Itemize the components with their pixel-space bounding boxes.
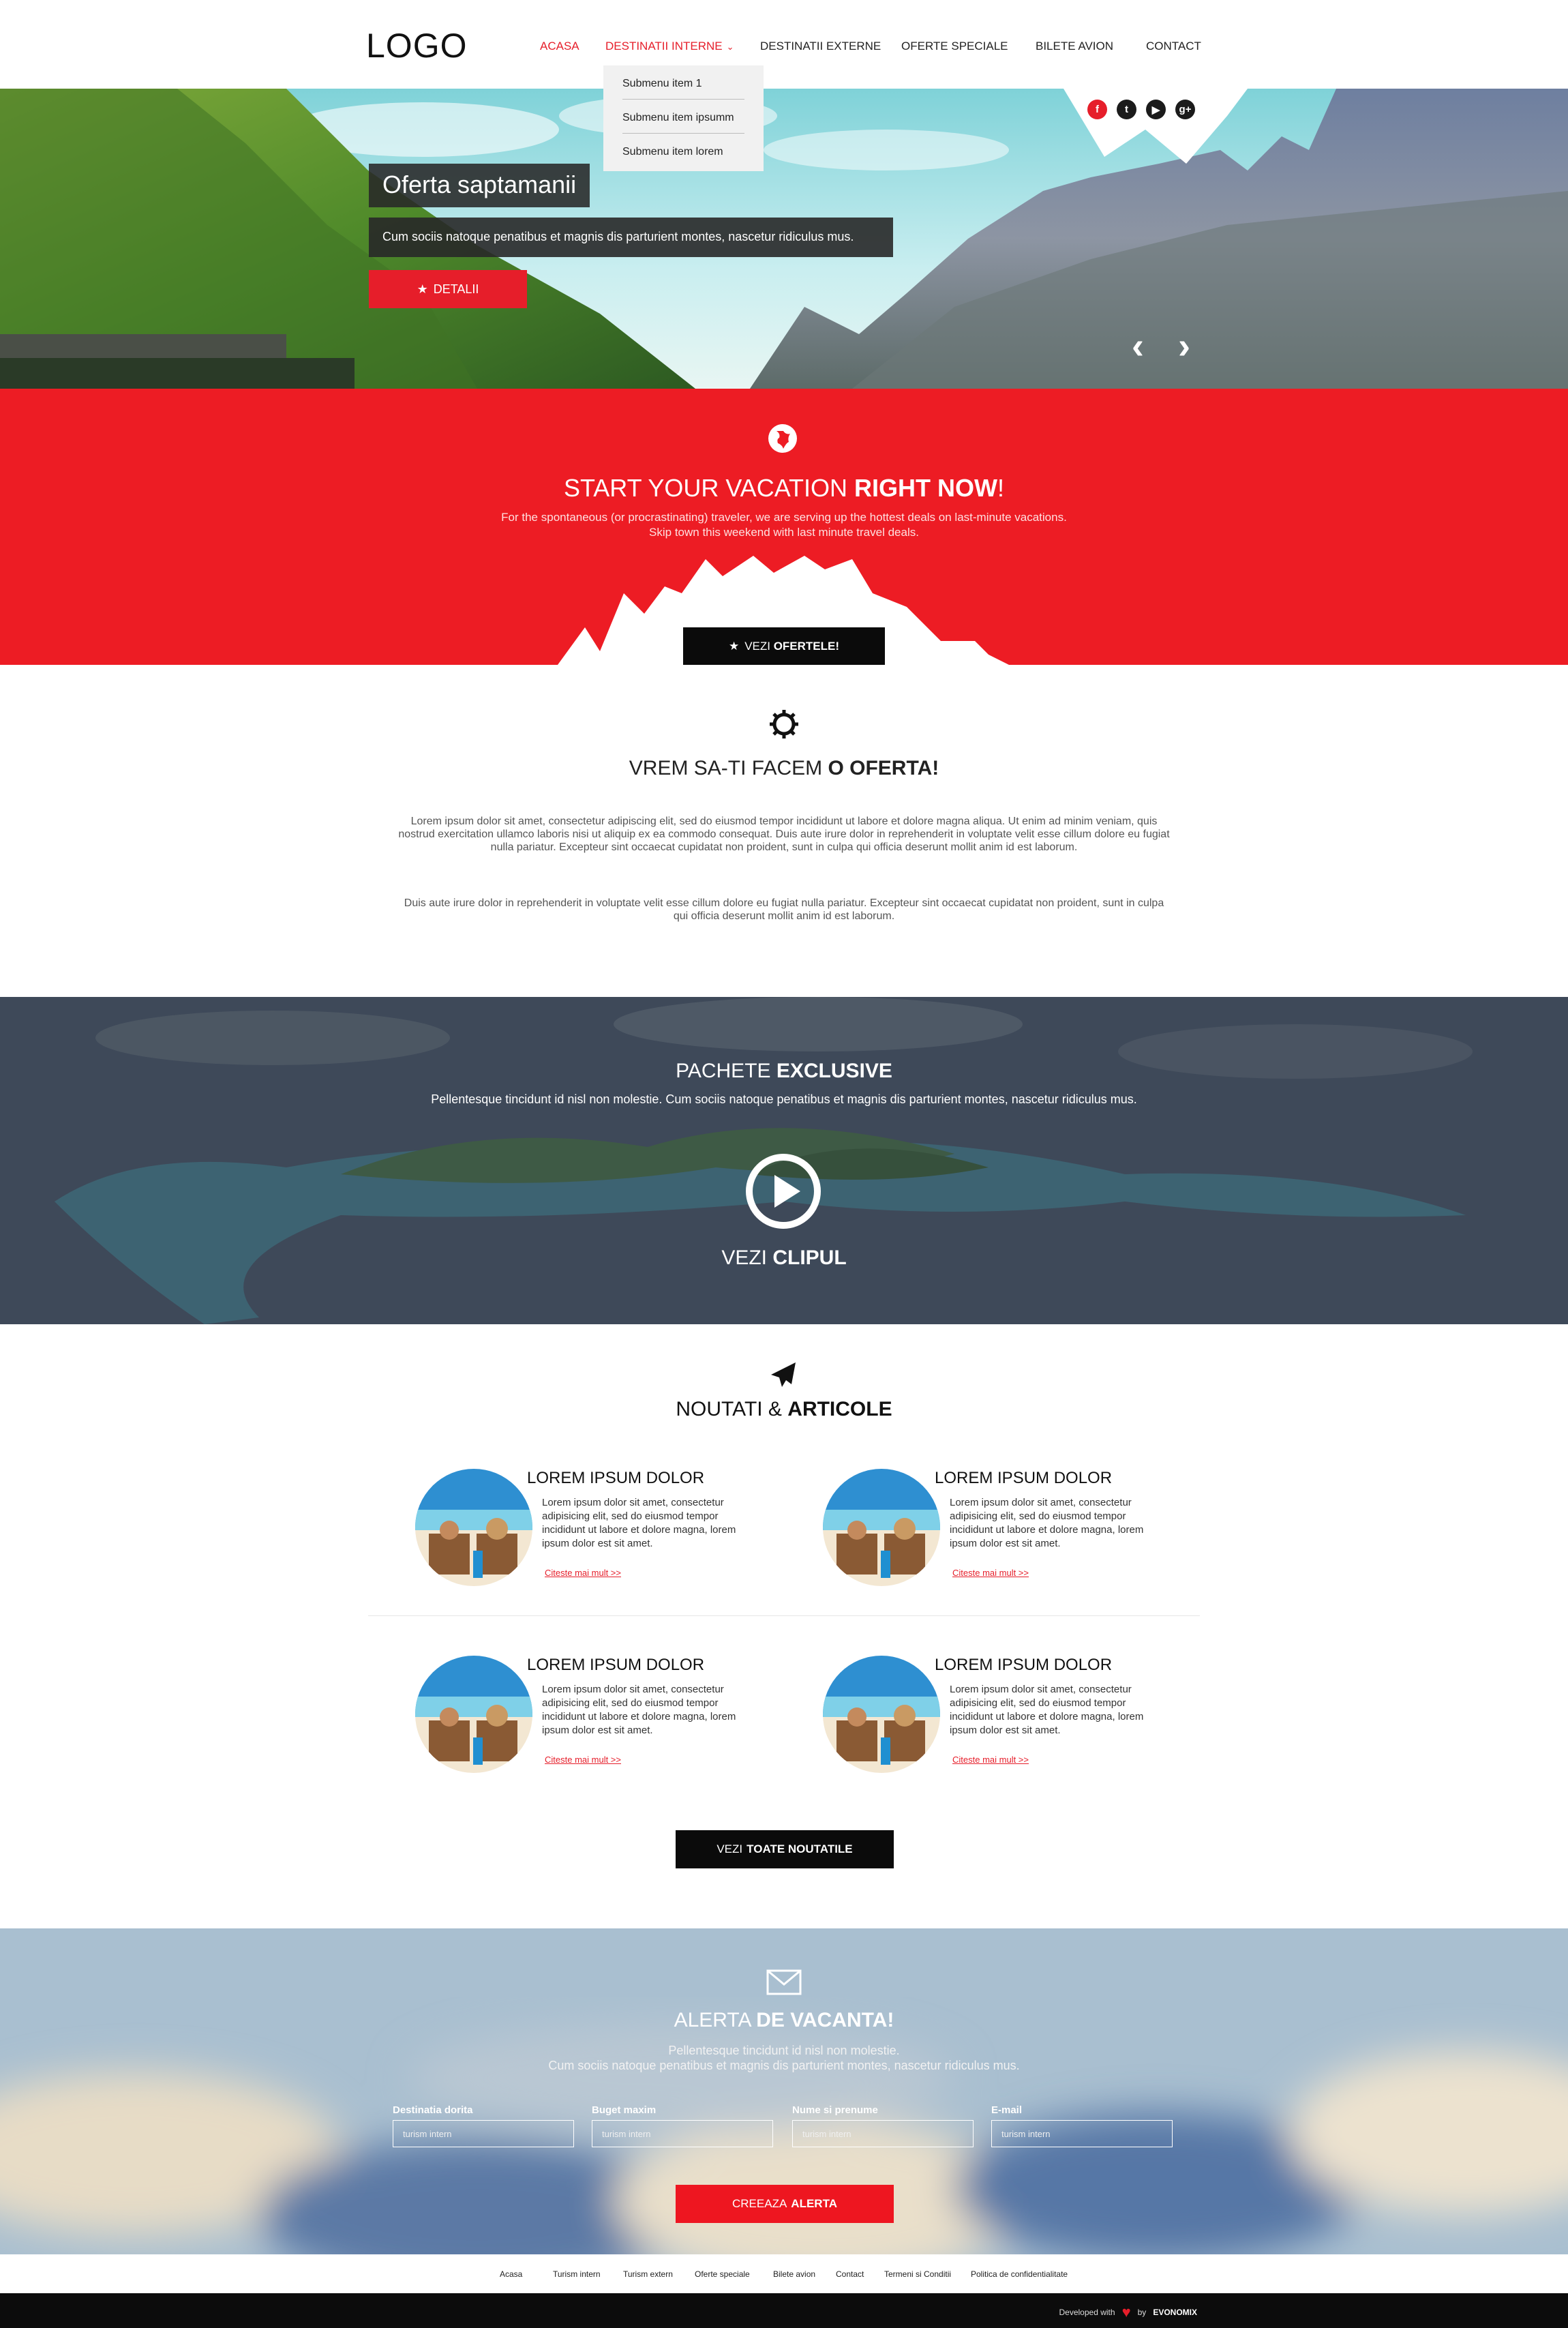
footer-link-terms[interactable]: Termeni si Conditii: [884, 2269, 951, 2279]
twitter-icon[interactable]: t: [1117, 100, 1136, 119]
footer-link-turism-intern[interactable]: Turism intern: [553, 2269, 601, 2279]
view-offers-button[interactable]: ★ VEZI OFERTELE!: [683, 627, 885, 665]
gear-icon: [770, 710, 798, 738]
nav-destinatii-externe[interactable]: DESTINATII EXTERNE: [760, 40, 881, 53]
details-button[interactable]: ★ DETALII: [369, 270, 527, 308]
article-title: LOREM IPSUM DOLOR: [527, 1656, 705, 1674]
read-more-link[interactable]: Citeste mai mult >>: [545, 1568, 621, 1578]
alert-section: ALERTA DE VACANTA! Pellentesque tincidun…: [0, 1928, 1568, 2254]
news-title: NOUTATI & ARTICOLE: [676, 1398, 892, 1420]
youtube-icon[interactable]: ▶: [1146, 100, 1166, 119]
packages-section: PACHETE EXCLUSIVE Pellentesque tincidunt…: [0, 997, 1568, 1324]
offer-title: VREM SA-TI FACEM O OFERTA!: [629, 757, 939, 779]
article-excerpt: Lorem ipsum dolor sit amet, consectetur …: [950, 1497, 1144, 1549]
developer-credit: Developed with ♥ by EVONOMIX: [1059, 2305, 1198, 2320]
nav-acasa[interactable]: ACASA: [540, 40, 579, 53]
article-thumbnail[interactable]: [415, 1469, 532, 1586]
read-more-link[interactable]: Citeste mai mult >>: [952, 1755, 1029, 1765]
hero-title: Oferta saptamanii: [369, 164, 590, 207]
paper-plane-icon: [771, 1362, 796, 1387]
developer-brand-link[interactable]: EVONOMIX: [1153, 2308, 1197, 2317]
packages-title: PACHETE EXCLUSIVE: [676, 1060, 892, 1082]
article-excerpt: Lorem ipsum dolor sit amet, consectetur …: [542, 1684, 736, 1736]
footer-nav: Acasa Turism intern Turism extern Oferte…: [0, 2254, 1568, 2293]
mountain-silhouette: [558, 556, 1009, 665]
view-offers-label: VEZI OFERTELE!: [744, 639, 840, 653]
heart-icon: ♥: [1121, 2303, 1131, 2320]
name-field: Nume si prenume: [792, 2104, 975, 2147]
details-button-label: DETALII: [433, 282, 479, 296]
star-icon: ★: [417, 282, 428, 296]
name-input[interactable]: [792, 2120, 974, 2147]
nav-bilete-avion[interactable]: BILETE AVION: [1036, 40, 1113, 53]
dropdown-item-2[interactable]: Submenu item ipsumm: [622, 100, 744, 134]
nav-contact[interactable]: CONTACT: [1146, 40, 1201, 53]
destination-label: Destinatia dorita: [393, 2104, 473, 2116]
nav-destinatii-interne-label: DESTINATII INTERNE: [605, 40, 723, 53]
article-thumbnail[interactable]: [823, 1656, 940, 1773]
nav-dropdown-menu: Submenu item 1 Submenu item ipsumm Subme…: [603, 65, 764, 171]
main-nav: ACASA DESTINATII INTERNE ⌄ DESTINATII EXT…: [0, 40, 1568, 60]
offer-section: VREM SA-TI FACEM O OFERTA! Lorem ipsum d…: [0, 665, 1568, 997]
article-thumbnail[interactable]: [823, 1469, 940, 1586]
create-alert-button[interactable]: CREEAZA ALERTA: [676, 2185, 894, 2223]
budget-field: Buget maxim: [592, 2104, 774, 2147]
all-news-button[interactable]: VEZI TOATE NOUTATILE: [676, 1830, 894, 1868]
article-excerpt: Lorem ipsum dolor sit amet, consectetur …: [542, 1497, 736, 1549]
footer-link-contact[interactable]: Contact: [836, 2269, 864, 2279]
read-more-link[interactable]: Citeste mai mult >>: [545, 1755, 621, 1765]
facebook-icon[interactable]: f: [1087, 100, 1107, 119]
destination-field: Destinatia dorita: [393, 2104, 575, 2147]
footer-link-bilete-avion[interactable]: Bilete avion: [773, 2269, 815, 2279]
alert-text: Pellentesque tincidunt id nisl non moles…: [548, 2044, 1020, 2072]
google-plus-icon[interactable]: g+: [1175, 100, 1195, 119]
offer-paragraph-2: Duis aute irure dolor in reprehenderit i…: [404, 897, 1164, 922]
footer-link-privacy[interactable]: Politica de confidentialitate: [971, 2269, 1068, 2279]
developed-with-text: Developed with: [1059, 2308, 1115, 2317]
chevron-down-icon: ⌄: [726, 42, 734, 52]
name-label: Nume si prenume: [792, 2104, 878, 2116]
article-thumbnail[interactable]: [415, 1656, 532, 1773]
article-excerpt: Lorem ipsum dolor sit amet, consectetur …: [950, 1684, 1144, 1736]
hero-text: Cum sociis natoque penatibus et magnis d…: [369, 218, 893, 257]
read-more-link[interactable]: Citeste mai mult >>: [952, 1568, 1029, 1578]
star-icon: ★: [728, 639, 740, 653]
article-card: LOREM IPSUM DOLOR Lorem ipsum dolor sit …: [415, 1656, 770, 1782]
offer-paragraph-1: Lorem ipsum dolor sit amet, consectetur …: [398, 816, 1170, 853]
budget-label: Buget maxim: [592, 2104, 657, 2116]
packages-text: Pellentesque tincidunt id nisl non moles…: [431, 1092, 1137, 1106]
nav-destinatii-interne[interactable]: DESTINATII INTERNE ⌄: [605, 40, 734, 53]
nav-oferte-speciale[interactable]: OFERTE SPECIALE: [901, 40, 1008, 53]
slider-next-icon[interactable]: ›: [1178, 327, 1190, 364]
play-icon[interactable]: [744, 1152, 822, 1230]
news-section: NOUTATI & ARTICOLE LOREM IPSUM DOLOR Lor…: [0, 1324, 1568, 1928]
footer-link-oferte-speciale[interactable]: Oferte speciale: [695, 2269, 750, 2279]
footer-link-acasa[interactable]: Acasa: [500, 2269, 522, 2279]
site-header: LOGO ACASA DESTINATII INTERNE ⌄ DESTINATI…: [0, 0, 1568, 89]
footer-link-turism-extern[interactable]: Turism extern: [623, 2269, 673, 2279]
article-card: LOREM IPSUM DOLOR Lorem ipsum dolor sit …: [415, 1469, 770, 1595]
article-title: LOREM IPSUM DOLOR: [527, 1469, 705, 1487]
social-links: f t ▶ g+: [1087, 100, 1195, 119]
email-label: E-mail: [991, 2104, 1023, 2116]
slider-prev-icon[interactable]: ‹: [1132, 327, 1144, 364]
dropdown-item-3[interactable]: Submenu item lorem: [622, 134, 744, 168]
by-text: by: [1137, 2308, 1147, 2317]
email-input[interactable]: [991, 2120, 1173, 2147]
email-field: E-mail: [991, 2104, 1174, 2147]
watch-video-label[interactable]: VEZI CLIPUL: [0, 1247, 1568, 1270]
copyright-bar: Developed with ♥ by EVONOMIX: [0, 2293, 1568, 2328]
article-card: LOREM IPSUM DOLOR Lorem ipsum dolor sit …: [823, 1469, 1177, 1595]
alert-title: ALERTA DE VACANTA!: [674, 2009, 894, 2031]
article-title: LOREM IPSUM DOLOR: [935, 1656, 1113, 1674]
dropdown-item-1[interactable]: Submenu item 1: [622, 65, 744, 100]
article-title: LOREM IPSUM DOLOR: [935, 1469, 1113, 1487]
vacation-section: START YOUR VACATION RIGHT NOW! For the s…: [0, 389, 1568, 665]
hero-slider: f t ▶ g+ Oferta saptamanii Cum sociis na…: [0, 89, 1568, 389]
destination-input[interactable]: [393, 2120, 574, 2147]
article-card: LOREM IPSUM DOLOR Lorem ipsum dolor sit …: [823, 1656, 1177, 1782]
articles-divider: [368, 1615, 1200, 1616]
budget-input[interactable]: [592, 2120, 773, 2147]
envelope-icon: [766, 1969, 802, 1995]
